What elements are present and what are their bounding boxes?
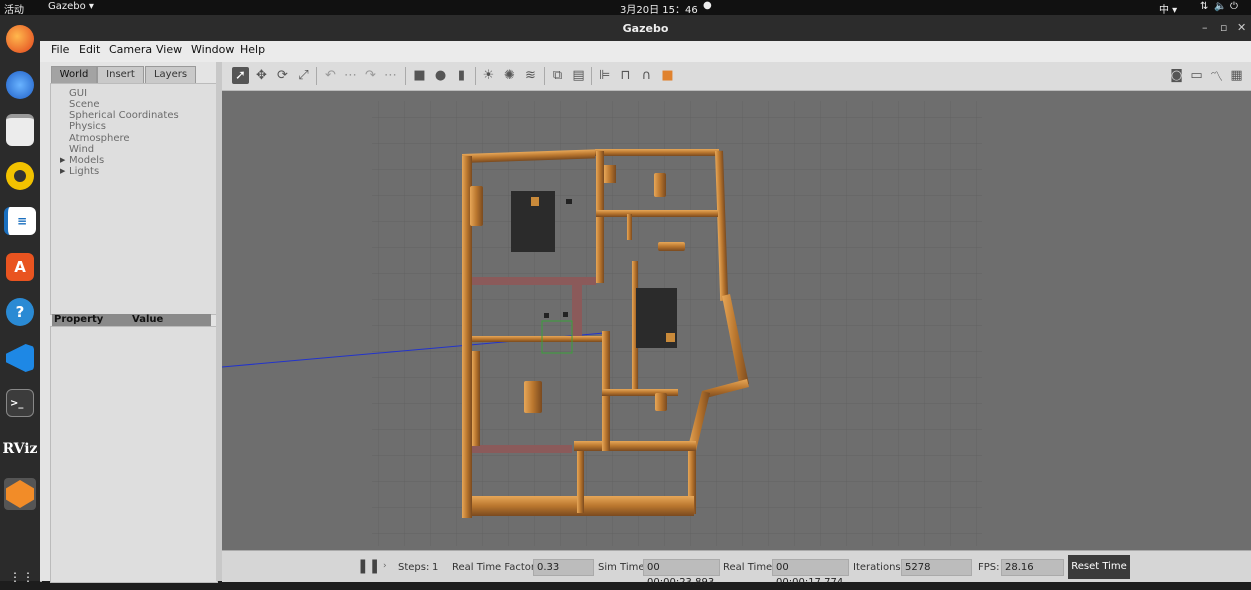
pause-icon[interactable]: ❚❚ [357,558,380,574]
rviz-icon[interactable]: RViz [2,433,37,465]
menu-view[interactable]: View [156,43,182,56]
time-panel: ❚❚ › Steps: 1 Real Time Factor: 0.33 Sim… [222,550,1251,588]
scene-viewport[interactable] [222,91,1251,550]
real-time-factor-label: Real Time Factor: [452,562,539,573]
undo-history-icon[interactable]: ⋯ [342,67,359,84]
steps-label: Steps: [398,562,430,573]
app-menu[interactable]: Gazebo ▾ [48,1,94,12]
translate-mode-icon[interactable]: ✥ [253,67,270,84]
tree-item-lights[interactable]: Lights [69,166,99,177]
align-icon[interactable]: ⊫ [596,67,613,84]
tab-insert[interactable]: Insert [97,66,144,84]
sphere-shape-icon[interactable]: ● [432,67,449,84]
menu-edit[interactable]: Edit [79,43,100,56]
real-time-label: Real Time: [723,562,776,573]
value-column-header: Value [132,314,164,325]
real-time-factor-value: 0.33 [533,559,594,576]
thunderbird-icon[interactable] [4,69,36,101]
tab-world[interactable]: World [51,66,97,84]
close-icon[interactable]: ✕ [1237,21,1246,34]
rhythmbox-icon[interactable] [4,160,36,192]
tree-item-scene[interactable]: Scene [69,99,100,110]
activities-button[interactable]: 活动 [4,1,24,16]
point-light-icon[interactable]: ☀ [480,67,497,84]
scale-mode-icon[interactable]: ⤢ [295,67,312,84]
menu-help[interactable]: Help [240,43,265,56]
fps-value: 28.16 [1001,559,1064,576]
step-icon[interactable]: › [383,561,387,571]
world-tree: GUI Scene Spherical Coordinates Physics … [50,83,218,315]
tree-item-wind[interactable]: Wind [69,144,94,155]
volume-icon[interactable]: 🔈 [1214,1,1226,12]
menu-window[interactable]: Window [191,43,234,56]
copy-icon[interactable]: ⧉ [549,67,566,84]
input-method-menu[interactable]: 中 ▾ [1159,1,1177,16]
system-top-bar: 活动 Gazebo ▾ 3月20日 15：46 ● 中 ▾ ⇅ 🔈 ⏻ [0,0,1251,16]
real-time-value: 00 00:00:17.774 [772,559,849,588]
menu-file[interactable]: File [51,43,69,56]
change-view-icon[interactable]: ■ [659,67,676,84]
notification-dot-icon: ● [703,0,712,11]
power-icon[interactable]: ⏻ [1230,1,1238,12]
clock[interactable]: 3月20日 15：46 [620,1,698,16]
undo-icon[interactable]: ↶ [322,67,339,84]
menu-camera[interactable]: Camera [109,43,152,56]
tab-layers[interactable]: Layers [145,66,196,84]
tree-item-gui[interactable]: GUI [69,88,87,99]
redo-history-icon[interactable]: ⋯ [382,67,399,84]
terminal-icon[interactable]: >_ [4,387,36,419]
sim-time-label: Sim Time: [598,562,648,573]
help-icon[interactable]: ? [4,296,36,328]
window-titlebar: Gazebo – ▫ ✕ [40,15,1251,41]
expand-models-icon[interactable]: ▶ [60,156,65,164]
snap-icon[interactable]: ⊓ [617,67,634,84]
tree-item-models[interactable]: Models [69,155,104,166]
redo-icon[interactable]: ↷ [362,67,379,84]
reset-time-button[interactable]: Reset Time [1068,555,1130,579]
tree-item-atmosphere[interactable]: Atmosphere [69,133,130,144]
network-icon[interactable]: ⇅ [1200,1,1208,12]
menu-bar: File Edit Camera View Window Help [40,41,1251,62]
app-center-icon[interactable]: A [4,251,36,283]
property-column-header: Property [54,314,104,325]
steps-value[interactable]: 1 [432,562,438,573]
left-panel: World Insert Layers GUI Scene Spherical … [40,62,222,583]
properties-header: Property Value [52,314,211,326]
iterations-label: Iterations: [853,562,904,573]
box-shape-icon[interactable]: ■ [411,67,428,84]
iterations-value: 5278 [901,559,972,576]
dock: ≡ A ? >_ RViz ⋮⋮⋮ [0,15,47,584]
sim-time-value: 00 00:00:23.893 [643,559,720,588]
vscode-icon[interactable] [4,342,36,374]
select-mode-icon[interactable]: ➚ [232,67,249,84]
tree-item-physics[interactable]: Physics [69,121,106,132]
rotate-mode-icon[interactable]: ⟳ [274,67,291,84]
expand-lights-icon[interactable]: ▶ [60,167,65,175]
minimize-icon[interactable]: – [1202,21,1208,34]
cylinder-shape-icon[interactable]: ▮ [453,67,470,84]
plot-icon[interactable]: 〽 [1208,67,1225,85]
firefox-icon[interactable] [4,23,36,55]
tree-item-spherical-coordinates[interactable]: Spherical Coordinates [69,110,179,121]
properties-table [50,326,218,583]
scene-render [222,101,982,546]
log-icon[interactable]: ▭ [1188,67,1205,84]
spot-light-icon[interactable]: ✺ [501,67,518,84]
fps-label: FPS: [978,562,1000,573]
snap-magnet-icon[interactable]: ∩ [638,67,655,84]
window-title: Gazebo [622,22,669,35]
screenshot-icon[interactable]: ◙ [1168,67,1185,84]
files-icon[interactable] [4,114,36,146]
paste-icon[interactable]: ▤ [570,67,587,84]
gazebo-icon[interactable] [4,478,36,510]
maximize-icon[interactable]: ▫ [1220,21,1227,34]
directional-light-icon[interactable]: ≋ [522,67,539,84]
writer-icon[interactable]: ≡ [4,205,36,237]
toolbar: ➚ ✥ ⟳ ⤢ ↶ ⋯ ↷ ⋯ ■ ● ▮ ☀ ✺ ≋ ⧉ ▤ ⊫ ⊓ ∩ ■ … [222,62,1251,91]
video-record-icon[interactable]: ▦ [1228,67,1245,84]
